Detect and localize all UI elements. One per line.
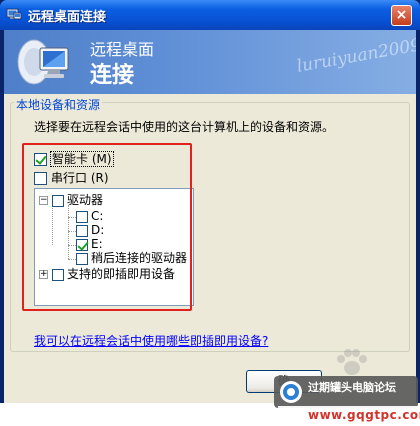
tree-item-later-drives[interactable]: 稍后连接的驱动器 <box>76 251 187 265</box>
local-resources-description: 选择要在远程会话中使用的这台计算机上的设备和资源。 <box>34 120 335 134</box>
tree-item-drive-e[interactable]: E: <box>76 237 103 251</box>
tree-item-pnp-devices[interactable]: + 支持的即插即用设备 <box>39 267 175 281</box>
serial-ports-label: 串行口 (R) <box>51 171 109 185</box>
remote-desktop-window: 远程桌面连接 × 远程桌面 连接 luruiyuan2009 本地设备和资源 选… <box>0 0 420 426</box>
tree-item-drive-c[interactable]: C: <box>76 209 103 223</box>
forum-url: www.gqgtpc.com <box>308 408 420 422</box>
tree-item-drive-d[interactable]: D: <box>76 223 104 237</box>
banner-title-line2: 连接 <box>90 63 135 88</box>
later-drives-label: 稍后连接的驱动器 <box>91 251 188 265</box>
drive-d-label: D: <box>91 223 105 237</box>
tree-connector <box>68 259 76 260</box>
tree-item-drives[interactable]: − 驱动器 <box>39 193 103 207</box>
tree-connector <box>68 245 76 246</box>
local-resources-label: 本地设备和资源 <box>14 96 103 113</box>
smart-card-label: 智能卡 (M) <box>50 151 114 167</box>
forum-name: 过期罐头电脑论坛 <box>308 381 396 394</box>
later-drives-checkbox[interactable] <box>76 252 88 265</box>
header-banner: 远程桌面 连接 luruiyuan2009 <box>4 30 416 94</box>
forum-watermark-badge: 过期罐头电脑论坛 <box>274 376 418 408</box>
expand-icon[interactable]: + <box>39 270 48 279</box>
drive-e-label: E: <box>91 237 103 251</box>
forum-url-strip: www.gqgtpc.com <box>278 406 420 426</box>
smart-card-checkbox[interactable] <box>34 153 47 166</box>
close-button[interactable]: × <box>391 5 412 26</box>
drive-e-checkbox[interactable] <box>76 238 88 251</box>
drive-c-label: C: <box>91 209 104 223</box>
forum-logo-icon <box>280 381 302 403</box>
collapse-icon[interactable]: − <box>39 196 48 205</box>
author-watermark: luruiyuan2009 <box>295 35 416 77</box>
tree-connector <box>52 203 53 245</box>
devices-tree[interactable]: − 驱动器 C: D: E: 稍后连接的驱动器 + 支持的即插即用设备 <box>34 188 194 306</box>
serial-ports-checkbox[interactable] <box>34 172 47 185</box>
paw-watermark-icon <box>337 349 367 375</box>
tree-connector <box>68 217 76 218</box>
remote-desktop-icon <box>6 8 22 20</box>
title-bar[interactable]: 远程桌面连接 × <box>0 0 420 30</box>
pnp-help-link[interactable]: 我可以在远程会话中使用哪些即插即用设备? <box>34 332 268 349</box>
tree-connector <box>68 231 76 232</box>
drives-label: 驱动器 <box>67 193 104 207</box>
tree-connector <box>68 205 69 259</box>
pnp-devices-label: 支持的即插即用设备 <box>67 267 176 281</box>
drive-d-checkbox[interactable] <box>76 224 88 237</box>
close-icon: × <box>395 7 408 23</box>
remote-desktop-logo-icon <box>17 39 69 85</box>
window-title: 远程桌面连接 <box>28 10 107 25</box>
drives-checkbox[interactable] <box>52 194 64 207</box>
serial-ports-option[interactable]: 串行口 (R) <box>34 169 109 186</box>
smart-card-option[interactable]: 智能卡 (M) <box>34 150 114 167</box>
dialog-client-area: 远程桌面 连接 luruiyuan2009 本地设备和资源 选择要在远程会话中使… <box>4 30 420 426</box>
drive-c-checkbox[interactable] <box>76 210 88 223</box>
pnp-devices-checkbox[interactable] <box>52 268 64 281</box>
